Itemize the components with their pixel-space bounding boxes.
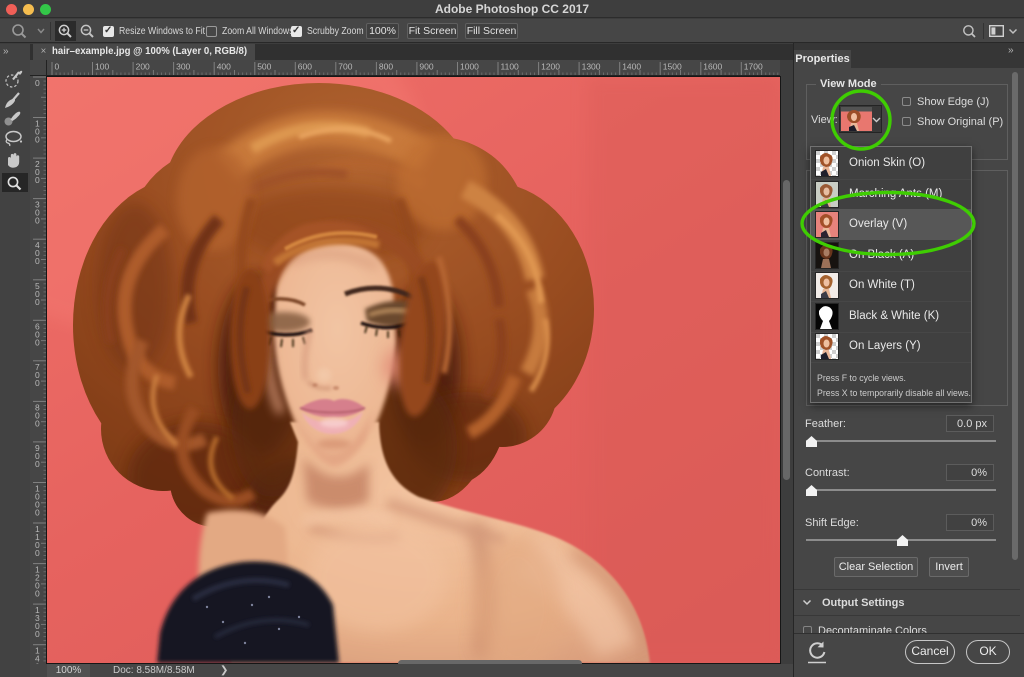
svg-text:0: 0 (35, 297, 40, 307)
svg-text:900: 900 (419, 62, 433, 72)
svg-text:1000: 1000 (460, 62, 479, 72)
svg-text:0: 0 (35, 337, 40, 347)
svg-text:0: 0 (35, 459, 40, 469)
svg-text:0: 0 (35, 629, 40, 639)
svg-text:0: 0 (35, 216, 40, 226)
svg-text:1700: 1700 (744, 62, 763, 72)
svg-text:400: 400 (217, 62, 231, 72)
svg-text:0: 0 (35, 548, 40, 558)
svg-text:0: 0 (35, 418, 40, 428)
svg-text:1400: 1400 (622, 62, 641, 72)
svg-text:0: 0 (35, 508, 40, 518)
svg-text:600: 600 (298, 62, 312, 72)
svg-text:1500: 1500 (663, 62, 682, 72)
svg-text:1300: 1300 (582, 62, 601, 72)
svg-text:0: 0 (35, 135, 40, 145)
svg-text:0: 0 (35, 78, 40, 88)
svg-text:0: 0 (55, 62, 60, 72)
svg-text:200: 200 (136, 62, 150, 72)
svg-text:800: 800 (379, 62, 393, 72)
svg-text:500: 500 (257, 62, 271, 72)
svg-text:0: 0 (35, 256, 40, 266)
svg-text:0: 0 (35, 378, 40, 388)
svg-text:0: 0 (35, 175, 40, 185)
svg-text:1600: 1600 (703, 62, 722, 72)
svg-text:0: 0 (35, 589, 40, 599)
svg-text:100: 100 (95, 62, 109, 72)
svg-text:300: 300 (176, 62, 190, 72)
svg-text:1200: 1200 (541, 62, 560, 72)
svg-text:1100: 1100 (501, 62, 520, 72)
svg-text:700: 700 (338, 62, 352, 72)
